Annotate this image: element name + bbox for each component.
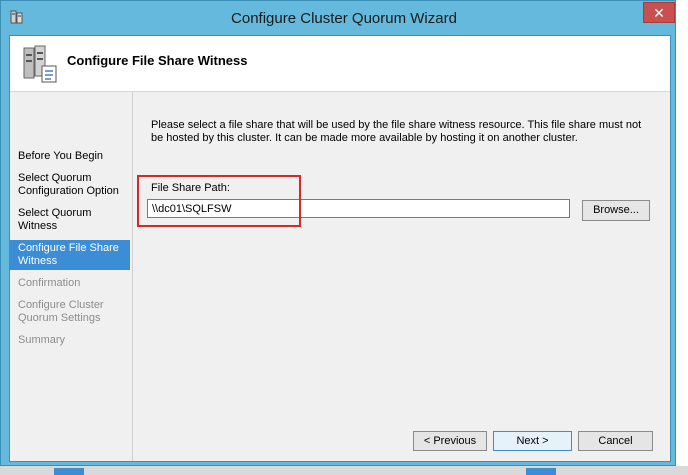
taskbar-strip: [0, 466, 688, 475]
step-before-you-begin[interactable]: Before You Begin: [10, 150, 130, 163]
step-configure-file-share-witness[interactable]: Configure File Share Witness: [10, 240, 130, 270]
browse-button[interactable]: Browse...: [582, 200, 650, 221]
description-text: Please select a file share that will be …: [151, 119, 642, 144]
taskbar-item[interactable]: [526, 468, 556, 475]
step-configure-cluster-quorum-settings: Configure Cluster Quorum Settings: [18, 299, 104, 324]
wizard-client-area: Configure File Share Witness Before You …: [9, 35, 671, 462]
close-icon: ✕: [653, 5, 665, 21]
title-bar[interactable]: Configure Cluster Quorum Wizard ✕: [1, 1, 675, 35]
window-title: Configure Cluster Quorum Wizard: [231, 10, 457, 27]
cancel-button[interactable]: Cancel: [578, 431, 653, 451]
taskbar-item[interactable]: [54, 468, 84, 475]
page-header: Configure File Share Witness: [10, 36, 670, 92]
next-button[interactable]: Next >: [493, 431, 572, 451]
wizard-steps-panel: Before You Begin Select Quorum Configura…: [10, 92, 133, 461]
step-confirmation: Confirmation: [18, 277, 81, 289]
previous-button[interactable]: < Previous: [413, 431, 487, 451]
close-button[interactable]: ✕: [643, 2, 675, 23]
wizard-window: Configure Cluster Quorum Wizard ✕ Config…: [0, 0, 676, 466]
step-summary: Summary: [18, 334, 66, 346]
desktop-background: [676, 0, 688, 475]
highlight-annotation: [137, 175, 301, 227]
page-title: Configure File Share Witness: [67, 53, 248, 68]
step-select-quorum-witness[interactable]: Select Quorum Witness: [10, 207, 130, 233]
main-content: Please select a file share that will be …: [135, 92, 670, 461]
step-select-quorum-configuration-option[interactable]: Select Quorum Configuration Option: [10, 172, 130, 198]
cluster-server-icon: [23, 45, 57, 83]
